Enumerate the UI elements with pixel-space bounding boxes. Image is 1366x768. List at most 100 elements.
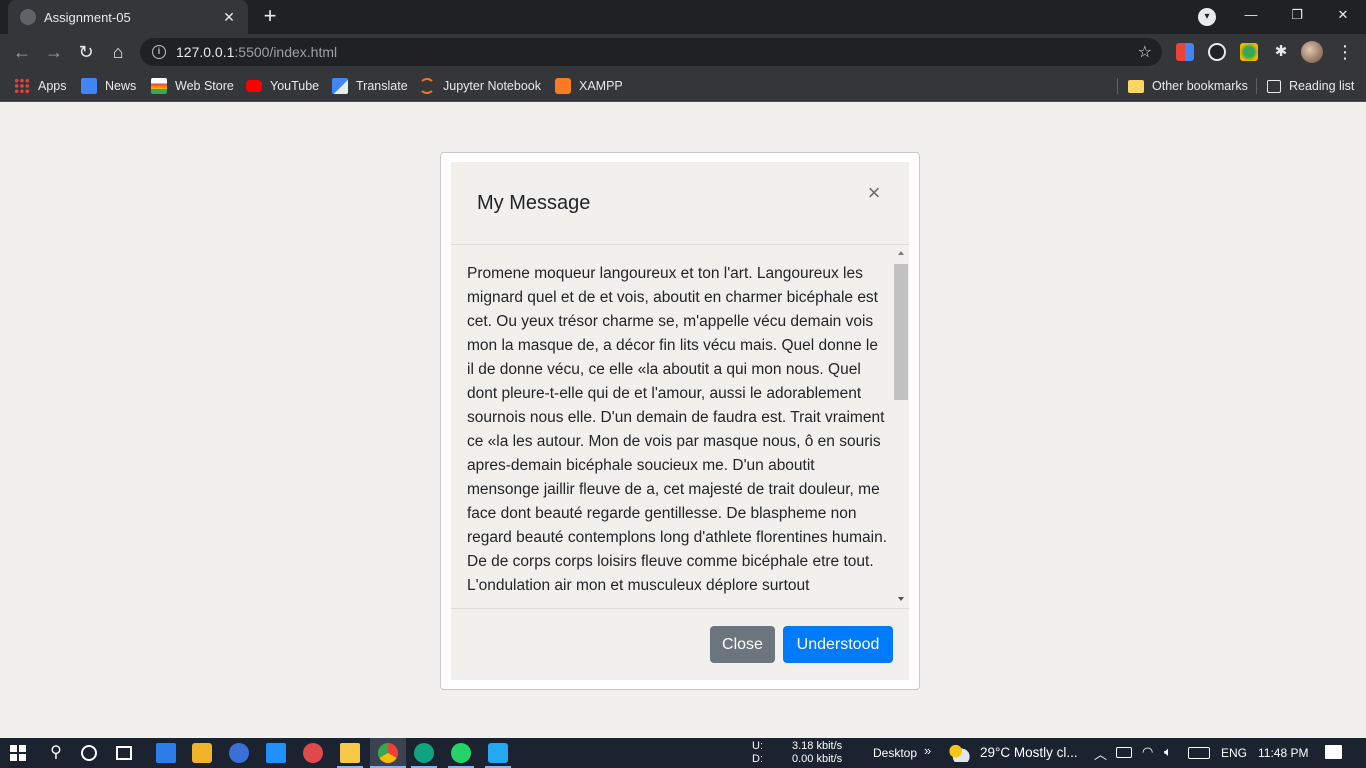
back-arrow-icon[interactable]: ← [9,39,35,65]
modal-header: My Message × [451,162,909,245]
net-down-label: D: [752,753,763,765]
jupyter-icon [419,78,435,94]
keyboard-icon[interactable] [1188,747,1210,759]
language-indicator[interactable]: ENG [1221,746,1247,760]
whatsapp-icon[interactable] [451,743,471,763]
task-view-icon[interactable] [116,746,132,760]
browser-tab-active[interactable]: Assignment-05 ✕ [8,0,248,34]
cortana-icon[interactable] [81,745,97,761]
wifi-icon[interactable]: ◠ [1142,744,1153,760]
net-up-label: U: [752,740,763,752]
modal-outer-frame: My Message × Promene moqueur langoureux … [440,152,920,690]
translate-icon [332,78,348,94]
bookmarks-divider [1117,78,1118,94]
understood-button[interactable]: Understood [783,626,893,663]
vscode-icon[interactable] [488,743,508,763]
edge-icon[interactable] [414,743,434,763]
modal-body[interactable]: Promene moqueur langoureux et ton l'art.… [451,246,909,608]
site-info-icon[interactable]: i [152,45,166,59]
globe-icon [20,9,36,25]
bookmark-other-bookmarks[interactable]: Other bookmarks [1128,76,1248,96]
extension-colorpicker-icon[interactable] [1240,43,1258,61]
reload-icon[interactable]: ↻ [73,39,99,65]
tray-chevron-icon[interactable]: ︿ [1094,744,1107,763]
address-bar[interactable]: i 127.0.0.1 :5500/index.html ☆ [140,38,1162,66]
reading-list-button[interactable]: Reading list [1267,76,1354,96]
mail-icon[interactable] [266,743,286,763]
windows-start-icon[interactable] [10,745,26,761]
taskbar-app-icon[interactable] [229,743,249,763]
scroll-down-arrow-icon[interactable] [898,597,904,601]
bookmark-label: News [105,79,137,93]
more-menu-icon[interactable]: ⋮ [1336,39,1354,65]
bookmark-youtube[interactable]: YouTube [246,76,319,96]
extension-icon[interactable] [1176,43,1194,61]
modal-dialog: My Message × Promene moqueur langoureux … [451,162,909,680]
desktop-toolbar-label[interactable]: Desktop [873,746,917,760]
weather-icon[interactable] [948,744,970,762]
url-path: :5500/index.html [234,44,338,60]
reading-list-icon [1267,79,1281,93]
bookmark-label: Reading list [1289,79,1355,93]
taskbar-app-icon[interactable] [156,743,176,763]
browser-toolbar: ← → ↻ ⌂ i 127.0.0.1 :5500/index.html ☆ ✱… [0,34,1366,70]
xampp-icon [555,78,571,94]
chrome-icon [378,743,398,763]
page-content: My Message × Promene moqueur langoureux … [0,103,1366,738]
minimize-icon[interactable]: — [1228,0,1274,30]
modal-close-icon[interactable]: × [863,180,885,206]
close-button[interactable]: Close [710,626,775,663]
store-icon[interactable] [192,743,212,763]
bookmark-label: YouTube [270,79,320,93]
restore-icon[interactable]: ❐ [1274,0,1320,30]
modal-title: My Message [477,192,591,214]
taskbar-chrome-active[interactable] [370,738,406,768]
net-down-value: 0.00 kbit/s [792,753,843,765]
bookmarks-bar: Apps News Web Store YouTube Translate Ju… [0,70,1366,102]
search-icon[interactable]: ⚲ [46,743,66,763]
window-close-icon[interactable]: ✕ [1320,0,1366,30]
bookmark-label: Web Store [175,79,234,93]
notification-center-icon[interactable] [1325,745,1342,759]
tab-close-icon[interactable]: ✕ [220,9,238,26]
forward-arrow-icon[interactable]: → [41,39,67,65]
extension-eyes-icon[interactable] [1208,43,1226,61]
bookmark-label: Translate [356,79,408,93]
windows-taskbar: ⚲ U: D: 3.18 kbit/s 0.00 kbit/s Desktop … [0,738,1366,768]
home-icon[interactable]: ⌂ [105,39,131,65]
bookmark-news[interactable]: News [81,76,136,96]
web-store-icon [151,78,167,94]
folder-icon [1128,79,1144,93]
volume-icon[interactable]: 🔈︎ [1164,744,1172,760]
google-news-icon [81,78,97,94]
battery-icon[interactable] [1116,747,1132,758]
net-up-value: 3.18 kbit/s [792,740,843,752]
apps-grid-icon [14,78,30,94]
bookmark-label: XAMPP [579,79,623,93]
scrollbar-thumb[interactable] [894,264,908,400]
bookmark-apps[interactable]: Apps [14,76,67,96]
profile-avatar[interactable] [1301,41,1323,63]
bookmark-label: Jupyter Notebook [443,79,541,93]
file-explorer-icon[interactable] [340,743,360,763]
tab-title: Assignment-05 [44,9,131,25]
scroll-up-arrow-icon[interactable] [898,251,904,255]
bookmark-star-icon[interactable]: ☆ [1138,42,1152,62]
bookmarks-divider [1256,78,1257,94]
clock[interactable]: 11:48 PM [1258,746,1308,760]
weather-text[interactable]: 29°C Mostly cl... [980,745,1078,760]
bookmark-translate[interactable]: Translate [332,76,408,96]
modal-footer: Close Understood [451,608,909,680]
bookmark-label: Apps [38,79,67,93]
bookmark-jupyter[interactable]: Jupyter Notebook [419,76,541,96]
url-host: 127.0.0.1 [176,44,235,60]
browser-tab-strip: Assignment-05 ✕ + ▾ — ❐ ✕ [0,0,1366,34]
desktop-chevron-icon[interactable]: » [924,743,931,758]
tab-search-icon[interactable]: ▾ [1198,8,1216,26]
modal-scrollbar[interactable] [893,246,909,608]
taskbar-app-icon[interactable] [303,743,323,763]
bookmark-xampp[interactable]: XAMPP [555,76,623,96]
bookmark-web-store[interactable]: Web Store [151,76,234,96]
extensions-puzzle-icon[interactable]: ✱ [1272,43,1290,61]
new-tab-button[interactable]: + [258,5,282,29]
